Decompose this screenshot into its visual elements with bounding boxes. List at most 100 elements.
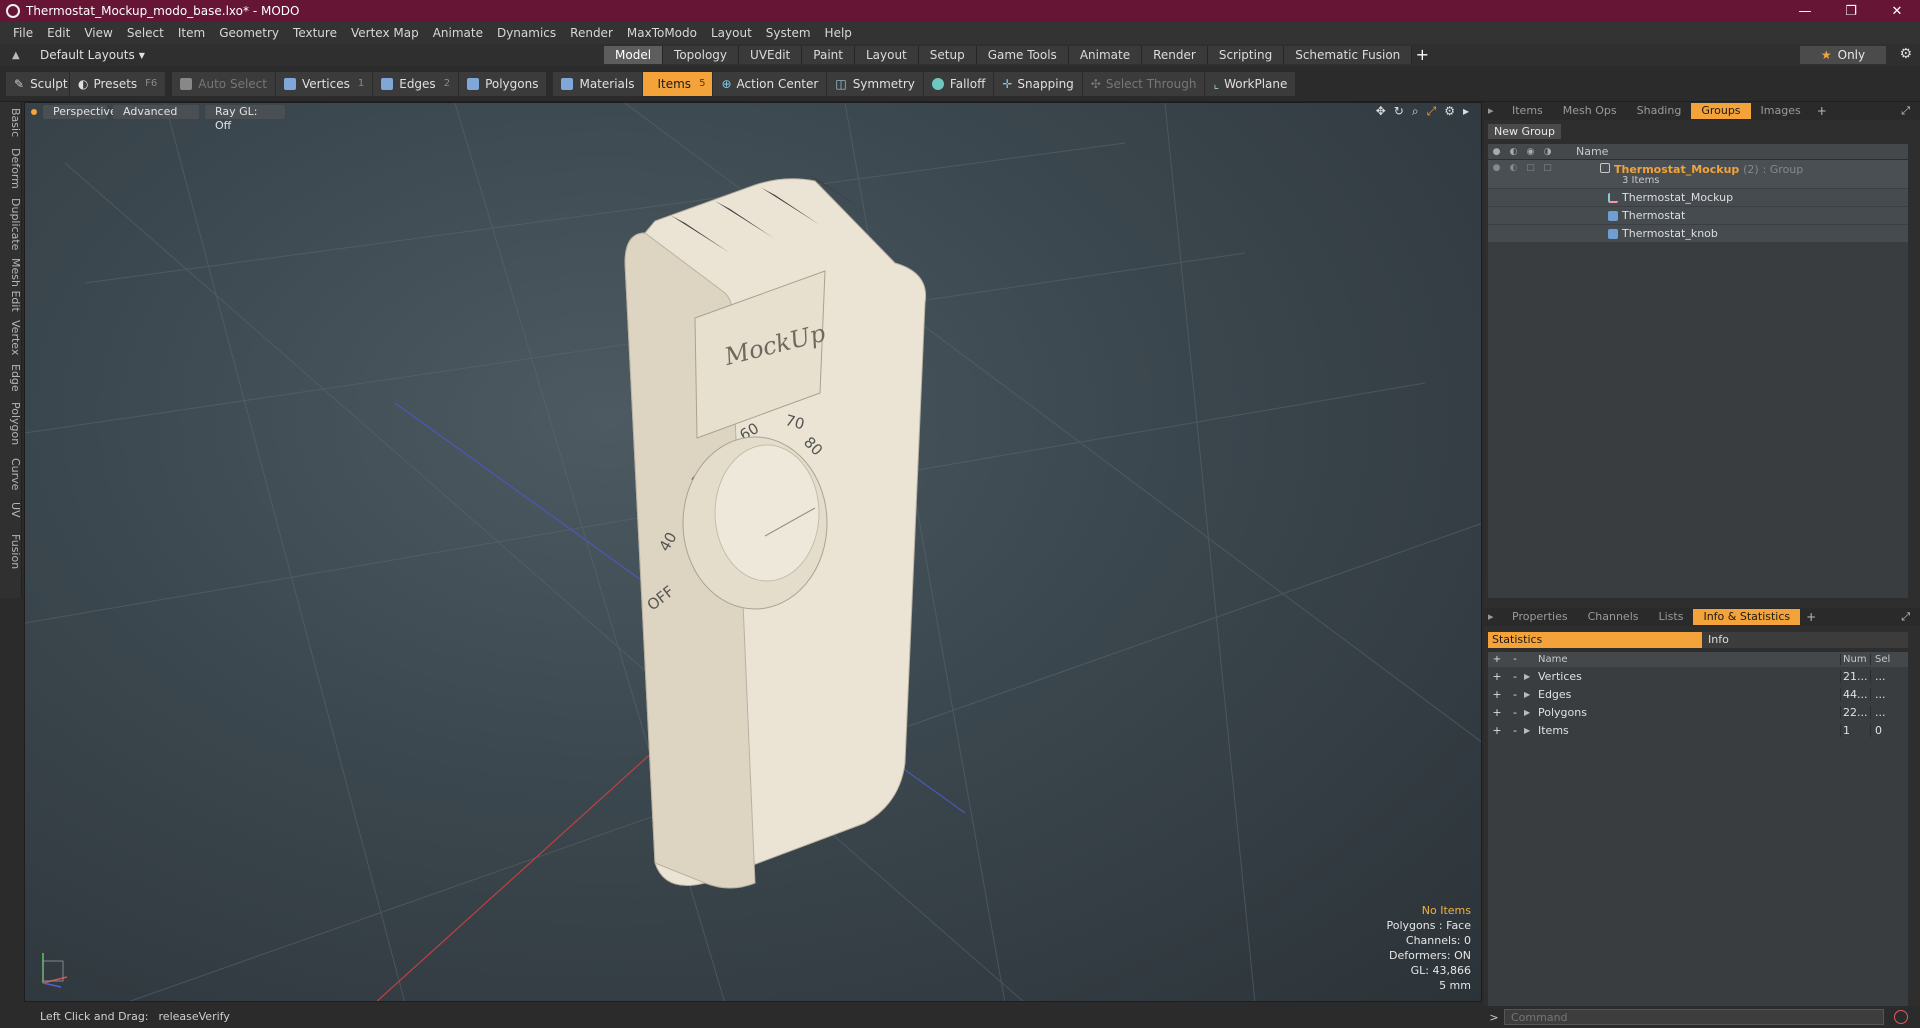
- shading-button[interactable]: Advanced: [113, 105, 199, 119]
- menu-help[interactable]: Help: [818, 26, 859, 40]
- collapse-icon[interactable]: ▲: [12, 50, 26, 61]
- tree-item-thermostat[interactable]: Thermostat: [1488, 206, 1908, 224]
- menu-texture[interactable]: Texture: [286, 26, 344, 40]
- expand-all-icon[interactable]: +: [1488, 654, 1506, 665]
- remove-icon[interactable]: -: [1506, 724, 1524, 737]
- restore-button[interactable]: ❐: [1828, 0, 1874, 22]
- vtab-polygon[interactable]: Polygon: [0, 402, 22, 445]
- menu-render[interactable]: Render: [563, 26, 620, 40]
- tab-paint[interactable]: Paint: [802, 46, 855, 64]
- lock-toggle-icon[interactable]: □: [1522, 163, 1539, 173]
- symmetry-button[interactable]: ◫ Symmetry: [827, 71, 924, 96]
- tab-topology[interactable]: Topology: [663, 46, 740, 64]
- command-input[interactable]: [1504, 1009, 1884, 1025]
- tab-shading[interactable]: Shading: [1627, 103, 1692, 119]
- add-icon[interactable]: +: [1488, 688, 1506, 701]
- items-button[interactable]: Items 5: [643, 71, 714, 96]
- add-panel-tab-button[interactable]: +: [1800, 610, 1822, 624]
- close-button[interactable]: ✕: [1874, 0, 1920, 22]
- expand-arrow-icon[interactable]: ▶: [1524, 708, 1538, 717]
- tab-items[interactable]: Items: [1502, 103, 1553, 119]
- group-row[interactable]: ● ◐ □ □ Thermostat_Mockup (2) : Group 3 …: [1488, 160, 1908, 188]
- vtab-basic[interactable]: Basic: [0, 108, 22, 137]
- add-icon[interactable]: +: [1488, 706, 1506, 719]
- tab-properties[interactable]: Properties: [1502, 609, 1578, 625]
- ray-gl-button[interactable]: Ray GL: Off: [205, 105, 285, 132]
- workplane-button[interactable]: ⌞ WorkPlane: [1205, 71, 1297, 96]
- menu-maxtomodo[interactable]: MaxToModo: [620, 26, 704, 40]
- tab-groups[interactable]: Groups: [1691, 103, 1751, 119]
- layout-selector[interactable]: ▲ Default Layouts ▼: [12, 48, 145, 62]
- tree-item-thermostat-knob[interactable]: Thermostat_knob: [1488, 224, 1908, 242]
- vtab-curve[interactable]: Curve: [0, 458, 22, 490]
- menu-layout[interactable]: Layout: [704, 26, 759, 40]
- tab-channels[interactable]: Channels: [1578, 609, 1649, 625]
- only-button[interactable]: ★ Only: [1800, 46, 1886, 64]
- add-icon[interactable]: +: [1488, 670, 1506, 683]
- tab-layout[interactable]: Layout: [854, 46, 919, 64]
- expand-panel-icon[interactable]: ⤢: [1901, 104, 1910, 118]
- tab-mesh-ops[interactable]: Mesh Ops: [1553, 103, 1627, 119]
- remove-icon[interactable]: -: [1506, 706, 1524, 719]
- tab-setup[interactable]: Setup: [918, 46, 977, 64]
- table-row[interactable]: + - ▶ Vertices 21... ...: [1488, 667, 1908, 685]
- vtab-fusion[interactable]: Fusion: [0, 534, 22, 569]
- zoom-icon[interactable]: ⌕: [1412, 104, 1419, 119]
- tab-schematic-fusion[interactable]: Schematic Fusion: [1284, 46, 1413, 64]
- info-subtab[interactable]: Info: [1702, 632, 1908, 648]
- add-tab-button[interactable]: +: [1412, 46, 1432, 64]
- vtab-mesh-edit[interactable]: Mesh Edit: [0, 258, 22, 312]
- viewport-menu-dot[interactable]: [31, 109, 37, 115]
- menu-view[interactable]: View: [77, 26, 119, 40]
- tab-scripting[interactable]: Scripting: [1207, 46, 1285, 64]
- auto-select-button[interactable]: Auto Select: [172, 71, 276, 96]
- presets-button[interactable]: ◐ Presets F6: [70, 71, 167, 96]
- remove-icon[interactable]: -: [1506, 688, 1524, 701]
- add-panel-tab-button[interactable]: +: [1811, 104, 1833, 118]
- menu-vertex-map[interactable]: Vertex Map: [344, 26, 426, 40]
- select-toggle-icon[interactable]: □: [1539, 163, 1556, 173]
- expand-arrow-icon[interactable]: ▶: [1524, 672, 1538, 681]
- action-center-button[interactable]: ⊕ Action Center: [713, 71, 828, 96]
- 3d-viewport[interactable]: MockUp OFF 40 50 60 70 80 Perspective Ad…: [24, 102, 1482, 1002]
- tab-lists[interactable]: Lists: [1649, 609, 1694, 625]
- minimize-button[interactable]: —: [1782, 0, 1828, 22]
- menu-animate[interactable]: Animate: [426, 26, 490, 40]
- polygons-button[interactable]: Polygons: [459, 71, 548, 96]
- menu-system[interactable]: System: [759, 26, 818, 40]
- tab-info-statistics[interactable]: Info & Statistics: [1693, 609, 1801, 625]
- edges-button[interactable]: Edges 2: [373, 71, 460, 96]
- select-through-button[interactable]: ✣ Select Through: [1082, 71, 1206, 96]
- vtab-duplicate[interactable]: Duplicate: [0, 198, 22, 250]
- vertices-button[interactable]: Vertices 1: [275, 71, 374, 96]
- remove-icon[interactable]: -: [1506, 670, 1524, 683]
- pan-icon[interactable]: ✥: [1376, 104, 1386, 119]
- expand-panel-icon[interactable]: ⤢: [1901, 610, 1910, 624]
- gear-icon[interactable]: ⚙: [1899, 46, 1912, 62]
- tab-game-tools[interactable]: Game Tools: [976, 46, 1069, 64]
- table-row[interactable]: + - ▶ Items 1 0: [1488, 721, 1908, 739]
- tab-model[interactable]: Model: [604, 46, 664, 64]
- menu-item[interactable]: Item: [171, 26, 212, 40]
- expand-arrow-icon[interactable]: ▶: [1524, 726, 1538, 735]
- add-icon[interactable]: +: [1488, 724, 1506, 737]
- menu-dynamics[interactable]: Dynamics: [490, 26, 563, 40]
- falloff-button[interactable]: Falloff: [923, 71, 995, 96]
- menu-geometry[interactable]: Geometry: [212, 26, 286, 40]
- table-row[interactable]: + - ▶ Edges 44... ...: [1488, 685, 1908, 703]
- table-row[interactable]: + - ▶ Polygons 22... ...: [1488, 703, 1908, 721]
- materials-button[interactable]: Materials: [553, 71, 644, 96]
- vtab-uv[interactable]: UV: [0, 502, 22, 518]
- viewport-gear-icon[interactable]: ⚙: [1444, 104, 1455, 119]
- menu-edit[interactable]: Edit: [40, 26, 77, 40]
- tab-uvedit[interactable]: UVEdit: [739, 46, 803, 64]
- collapse-all-icon[interactable]: -: [1506, 654, 1524, 665]
- expand-arrow-icon[interactable]: ▶: [1524, 690, 1538, 699]
- fit-icon[interactable]: ⤢: [1427, 104, 1437, 119]
- vtab-edge[interactable]: Edge: [0, 364, 22, 392]
- menu-select[interactable]: Select: [120, 26, 171, 40]
- tree-item-thermostat-mockup[interactable]: Thermostat_Mockup: [1488, 188, 1908, 206]
- vtab-vertex[interactable]: Vertex: [0, 320, 22, 355]
- record-icon[interactable]: [1894, 1010, 1908, 1024]
- play-arrow-icon[interactable]: ▸: [1463, 104, 1469, 119]
